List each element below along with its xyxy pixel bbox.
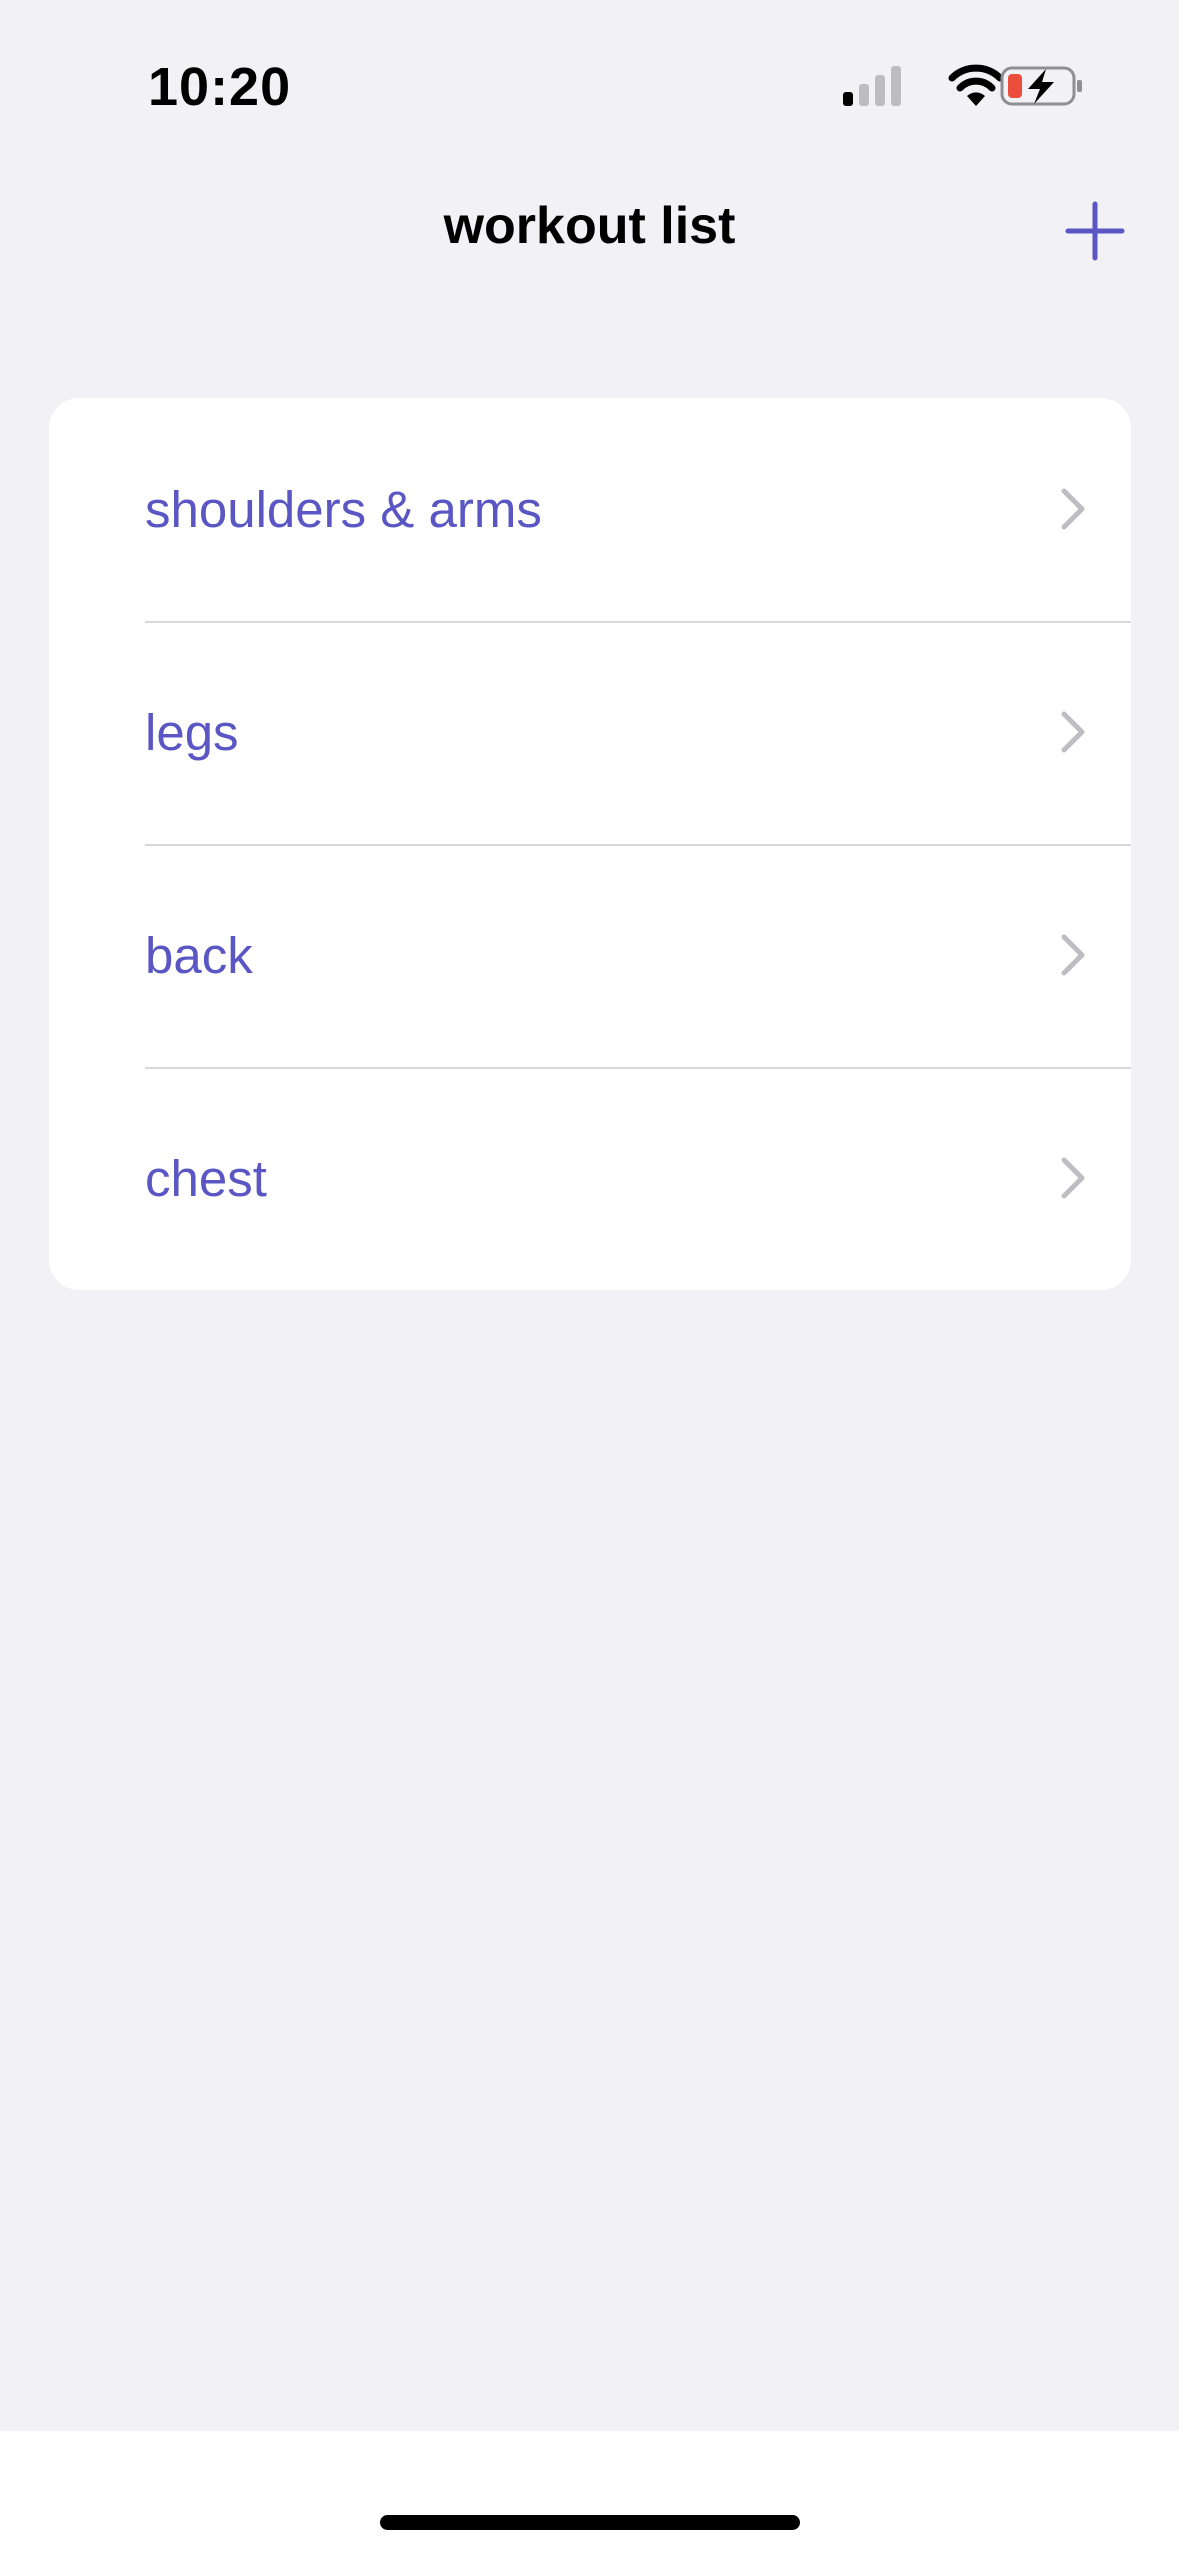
list-item-label: chest xyxy=(145,1150,267,1207)
add-workout-button[interactable] xyxy=(1060,196,1130,266)
list-item-legs[interactable]: legs xyxy=(49,621,1131,844)
list-item-label: shoulders & arms xyxy=(145,481,542,538)
chevron-right-icon xyxy=(1061,488,1085,530)
wifi-icon xyxy=(948,64,1004,106)
status-icons xyxy=(840,60,1090,114)
cellular-signal-icon xyxy=(843,66,901,106)
workout-list: shoulders & arms legs back chest xyxy=(49,398,1131,1290)
status-bar: 10:20 xyxy=(0,0,1179,150)
chevron-right-icon xyxy=(1061,711,1085,753)
chevron-right-icon xyxy=(1061,1157,1085,1199)
plus-icon xyxy=(1065,201,1125,261)
page-title: workout list xyxy=(443,197,736,255)
chevron-right-icon xyxy=(1061,934,1085,976)
status-time: 10:20 xyxy=(148,57,292,117)
battery-charging-icon xyxy=(1000,66,1082,106)
list-item-shoulders-arms[interactable]: shoulders & arms xyxy=(49,398,1131,621)
bottom-safe-area xyxy=(0,2431,1179,2556)
list-item-back[interactable]: back xyxy=(49,844,1131,1067)
list-item-label: back xyxy=(145,927,253,984)
list-item-chest[interactable]: chest xyxy=(49,1067,1131,1290)
home-indicator[interactable] xyxy=(380,2515,800,2530)
list-item-label: legs xyxy=(145,704,239,761)
